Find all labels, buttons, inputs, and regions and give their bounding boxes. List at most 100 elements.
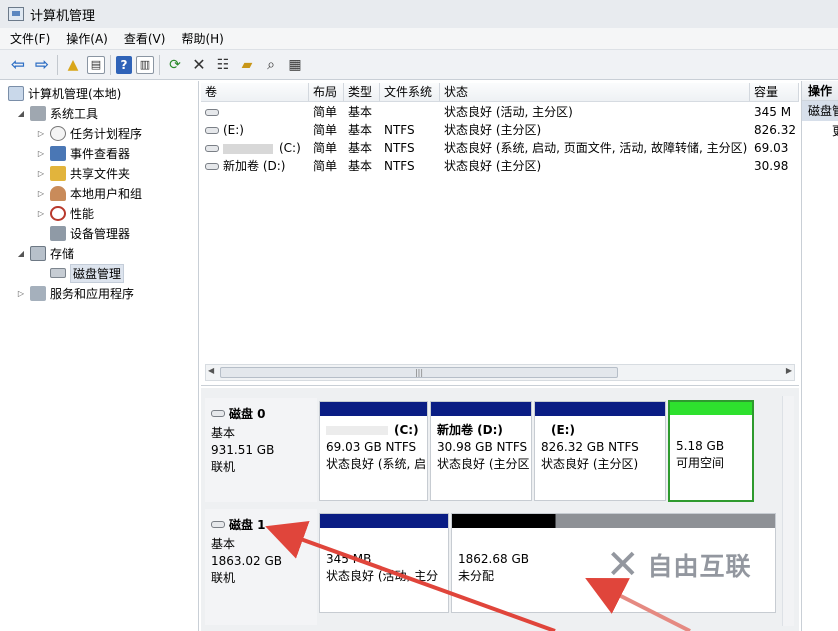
computer-management-icon — [8, 85, 24, 101]
shared-folder-icon — [50, 165, 66, 181]
tree-item-label: 磁盘管理 — [70, 263, 125, 283]
tree-item-task-scheduler[interactable]: ▷ 任务计划程序 — [36, 123, 142, 143]
tools-icon — [30, 105, 46, 121]
column-header-type[interactable]: 类型 — [344, 83, 380, 101]
scroll-left-icon[interactable]: ◀ — [208, 366, 214, 375]
partition-size: 5.18 GB — [676, 439, 725, 453]
collapse-arrow-icon[interactable]: ▷ — [36, 149, 46, 158]
column-header-volume[interactable]: 卷 — [201, 83, 309, 101]
search-icon[interactable]: ⌕ — [261, 55, 281, 75]
properties-icon[interactable]: ☷ — [213, 55, 233, 75]
tree-item-shared-folders[interactable]: ▷ 共享文件夹 — [36, 163, 130, 183]
tree-item-event-viewer[interactable]: ▷ 事件查看器 — [36, 143, 130, 163]
table-row[interactable]: 简单 基本 状态良好 (活动, 主分区) 345 M — [201, 103, 799, 121]
disk-icon — [211, 410, 225, 417]
partition-e[interactable]: (E:) 826.32 GB NTFS 状态良好 (主分区) — [534, 401, 666, 501]
tree-item-system-tools[interactable]: ◢ 系统工具 — [16, 103, 98, 123]
partition-system-reserved[interactable]: 345 MB 状态良好 (活动, 主分 — [319, 513, 449, 613]
partition-status: 状态良好 (系统, 启 — [326, 457, 427, 471]
table-row[interactable]: (C:) 简单 基本 NTFS 状态良好 (系统, 启动, 页面文件, 活动, … — [201, 139, 799, 157]
partition-d[interactable]: 新加卷 (D:) 30.98 GB NTFS 状态良好 (主分区 — [430, 401, 532, 501]
disk-management-icon — [50, 268, 66, 278]
watermark-text: 自由互联 — [647, 552, 752, 581]
show-hide-tree-icon[interactable]: ▤ — [87, 55, 105, 74]
partition-bar — [452, 514, 775, 528]
tree-item-performance[interactable]: ▷ 性能 — [36, 203, 94, 223]
volume-list-header: 卷 布局 类型 文件系统 状态 容量 — [201, 83, 799, 102]
tree-item-local-users[interactable]: ▷ 本地用户和组 — [36, 183, 142, 203]
services-icon — [30, 285, 46, 301]
tree-item-label: 事件查看器 — [70, 146, 131, 161]
volume-type: 基本 — [348, 123, 373, 137]
back-arrow-icon[interactable]: ⇦ — [8, 55, 28, 75]
partition-bar — [670, 402, 752, 415]
expand-arrow-icon[interactable]: ◢ — [16, 249, 26, 258]
menu-action[interactable]: 操作(A) — [66, 30, 108, 47]
partition-title: (E:) — [551, 423, 575, 437]
table-row[interactable]: 新加卷 (D:) 简单 基本 NTFS 状态良好 (主分区) 30.98 — [201, 157, 799, 175]
column-header-filesystem[interactable]: 文件系统 — [380, 83, 440, 101]
disk-1-info[interactable]: 磁盘 1 基本 1863.02 GB 联机 — [205, 509, 317, 625]
tree-item-label: 服务和应用程序 — [50, 286, 135, 301]
menu-file[interactable]: 文件(F) — [10, 30, 50, 47]
tree-item-storage[interactable]: ◢ 存储 — [16, 243, 74, 263]
partition-title: (C:) — [394, 423, 419, 437]
vertical-scrollbar[interactable] — [782, 396, 794, 626]
forward-arrow-icon[interactable]: ⇨ — [32, 55, 52, 75]
tree-item-label: 存储 — [50, 246, 75, 261]
up-folder-icon[interactable]: ▲ — [63, 55, 83, 75]
tree-item-label: 性能 — [70, 206, 95, 221]
computer-management-icon — [8, 7, 24, 21]
tree-item-services-apps[interactable]: ▷ 服务和应用程序 — [16, 283, 134, 303]
clock-icon — [50, 125, 66, 141]
volume-name: (E:) — [223, 123, 244, 137]
volume-filesystem: NTFS — [384, 141, 415, 155]
collapse-arrow-icon[interactable]: ▷ — [36, 209, 46, 218]
tree-root-label: 计算机管理(本地) — [28, 86, 122, 101]
tree-item-label: 本地用户和组 — [70, 186, 143, 201]
column-header-status[interactable]: 状态 — [440, 83, 750, 101]
collapse-arrow-icon[interactable]: ▷ — [16, 289, 26, 298]
scroll-right-icon[interactable]: ▶ — [786, 366, 792, 375]
open-icon[interactable]: ▰ — [237, 55, 257, 75]
users-icon — [50, 185, 66, 201]
menu-help[interactable]: 帮助(H) — [181, 30, 223, 47]
collapse-arrow-icon[interactable]: ▷ — [36, 169, 46, 178]
scrollbar-thumb[interactable]: ||| — [220, 367, 618, 378]
collapse-arrow-icon[interactable]: ▷ — [36, 129, 46, 138]
delete-icon[interactable]: ✕ — [189, 55, 209, 75]
column-header-layout[interactable]: 布局 — [309, 83, 344, 101]
column-header-capacity[interactable]: 容量 — [750, 83, 799, 101]
export-icon[interactable]: ▦ — [285, 55, 305, 75]
drive-icon — [205, 127, 219, 134]
actions-more[interactable]: 更 — [802, 121, 838, 141]
actions-disk-management[interactable]: 磁盘管 — [802, 101, 838, 121]
tree-item-device-manager[interactable]: 设备管理器 — [50, 223, 130, 243]
toolbar-separator — [57, 54, 58, 75]
toolbar: ⇦ ⇨ ▲ ▤ ? ▥ ⟳ ✕ ☷ ▰ ⌕ ▦ — [0, 50, 838, 80]
volume-name: 新加卷 (D:) — [223, 159, 286, 173]
volume-status: 状态良好 (系统, 启动, 页面文件, 活动, 故障转储, 主分区) — [444, 141, 748, 155]
drive-icon — [205, 163, 219, 170]
expand-arrow-icon[interactable]: ◢ — [16, 109, 26, 118]
partition-c[interactable]: (C:) 69.03 GB NTFS 状态良好 (系统, 启 — [319, 401, 428, 501]
collapse-arrow-icon[interactable]: ▷ — [36, 189, 46, 198]
refresh-icon[interactable]: ⟳ — [165, 55, 185, 75]
partition-title: 新加卷 (D:) — [437, 423, 503, 437]
disk-0-info[interactable]: 磁盘 0 基本 931.51 GB 联机 — [205, 398, 317, 502]
partition-status: 可用空间 — [676, 456, 725, 470]
device-manager-icon — [50, 225, 66, 241]
volume-status: 状态良好 (主分区) — [444, 123, 542, 137]
help-icon[interactable]: ? — [116, 55, 132, 74]
partition-size: 30.98 GB NTFS — [437, 440, 528, 454]
volume-status: 状态良好 (主分区) — [444, 159, 542, 173]
tree-item-disk-management[interactable]: 磁盘管理 — [50, 263, 125, 283]
menu-view[interactable]: 查看(V) — [124, 30, 166, 47]
tree-root[interactable]: 计算机管理(本地) — [8, 83, 121, 103]
partition-bar — [535, 402, 665, 416]
table-row[interactable]: (E:) 简单 基本 NTFS 状态良好 (主分区) 826.32 — [201, 121, 799, 139]
volume-filesystem: NTFS — [384, 159, 415, 173]
horizontal-scrollbar[interactable]: ◀ ||| ▶ — [205, 364, 795, 381]
show-hide-action-icon[interactable]: ▥ — [136, 55, 154, 74]
partition-free-space[interactable]: 5.18 GB 可用空间 — [668, 400, 754, 502]
